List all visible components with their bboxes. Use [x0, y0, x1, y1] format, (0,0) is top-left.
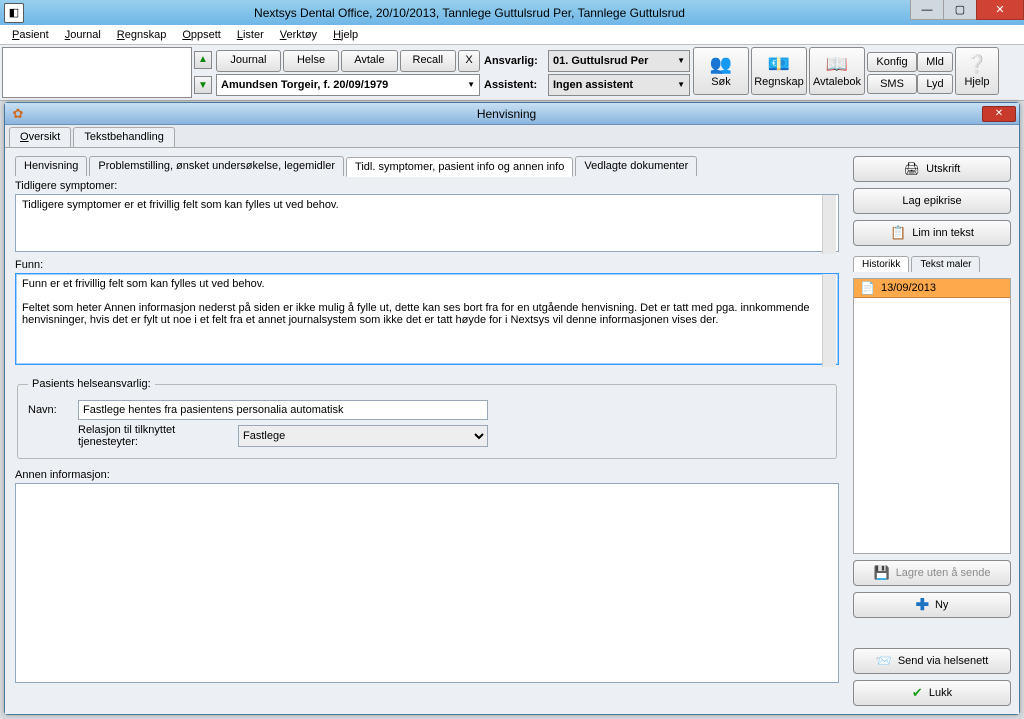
arrow-up-button[interactable]: ▲ — [194, 51, 212, 69]
recall-button[interactable]: Recall — [400, 50, 456, 72]
funn-input[interactable]: Funn er et frivillig felt som kan fylles… — [15, 273, 839, 365]
chevron-down-icon: ▼ — [467, 80, 475, 89]
konfig-button[interactable]: Konfig — [867, 52, 917, 72]
arrow-down-button[interactable]: ▼ — [194, 76, 212, 94]
label-navn: Navn: — [28, 404, 68, 416]
label-relasjon: Relasjon til tilknyttet tjenesteyter: — [28, 424, 228, 448]
menu-bar: Pasient Journal Regnskap Oppsett Lister … — [0, 25, 1024, 45]
label-tidligere-symptomer: Tidligere symptomer: — [15, 180, 839, 192]
lim-inn-tekst-button[interactable]: 📋Lim inn tekst — [853, 220, 1011, 246]
utskrift-button[interactable]: 🖨Utskrift — [853, 156, 1011, 182]
annen-informasjon-input[interactable] — [15, 483, 839, 683]
toolbar-blank-box — [2, 47, 192, 98]
menu-pasient[interactable]: Pasient — [4, 25, 57, 45]
menu-journal[interactable]: Journal — [57, 25, 109, 45]
ansvarlig-label: Ansvarlig: — [484, 55, 544, 67]
assistent-combo[interactable]: Ingen assistent ▼ — [548, 74, 690, 96]
document-icon: 📄 — [860, 281, 875, 295]
inner-window-title: Henvisning — [31, 107, 982, 121]
plus-icon: ✚ — [916, 595, 929, 615]
history-item[interactable]: 📄 13/09/2013 — [854, 279, 1010, 298]
subtab-henvisning[interactable]: Henvisning — [15, 156, 87, 176]
book-icon: 📖 — [826, 54, 848, 75]
henvisning-window: ✿ Henvisning ✕ Oversikt Tekstbehandling … — [4, 102, 1020, 715]
save-icon: 💾 — [874, 565, 890, 581]
history-list[interactable]: 📄 13/09/2013 — [853, 278, 1011, 554]
ny-button[interactable]: ✚Ny — [853, 592, 1011, 618]
lyd-button[interactable]: Lyd — [917, 74, 953, 94]
assistent-value: Ingen assistent — [553, 79, 633, 91]
lag-epikrise-button[interactable]: Lag epikrise — [853, 188, 1011, 214]
history-item-date: 13/09/2013 — [881, 282, 936, 294]
assistent-label: Assistent: — [484, 79, 544, 91]
lukk-button[interactable]: ✔Lukk — [853, 680, 1011, 706]
inner-close-button[interactable]: ✕ — [982, 106, 1016, 122]
subtab-vedlagte[interactable]: Vedlagte dokumenter — [575, 156, 697, 176]
hjelp-button[interactable]: ❔Hjelp — [955, 47, 999, 95]
journal-button[interactable]: Journal — [216, 50, 281, 72]
sok-button[interactable]: 👥Søk — [693, 47, 749, 95]
ansvarlig-combo[interactable]: 01. Guttulsrud Per ▼ — [548, 50, 690, 72]
main-form-panel: Henvisning Problemstilling, ønsket under… — [5, 148, 849, 714]
tab-oversikt[interactable]: Oversikt — [9, 127, 71, 147]
label-funn: Funn: — [15, 259, 839, 271]
tidligere-symptomer-input[interactable]: Tidligere symptomer er et frivillig felt… — [15, 194, 839, 252]
send-helsenett-button[interactable]: 📨Send via helsenett — [853, 648, 1011, 674]
inner-titlebar: ✿ Henvisning ✕ — [5, 103, 1019, 125]
tab-tekstbehandling[interactable]: Tekstbehandling — [73, 127, 175, 147]
app-icon: ◧ — [4, 3, 24, 23]
main-toolbar: ▲ ▼ Journal Helse Avtale Recall X Amunds… — [0, 45, 1024, 101]
helse-button[interactable]: Helse — [283, 50, 339, 72]
tab-tekstmaler[interactable]: Tekst maler — [911, 256, 980, 272]
subtab-problemstilling[interactable]: Problemstilling, ønsket undersøkelse, le… — [89, 156, 344, 176]
menu-verktoy[interactable]: Verktøy — [272, 25, 325, 45]
window-titlebar: ◧ Nextsys Dental Office, 20/10/2013, Tan… — [0, 0, 1024, 25]
subtab-tidl-symptomer[interactable]: Tidl. symptomer, pasient info og annen i… — [346, 157, 573, 177]
regnskap-button[interactable]: 💶Regnskap — [751, 47, 807, 95]
tab-historikk[interactable]: Historikk — [853, 256, 909, 272]
scrollbar[interactable] — [822, 274, 836, 367]
patient-combo[interactable]: Amundsen Torgeir, f. 20/09/1979 ▼ — [216, 74, 480, 96]
check-icon: ✔ — [912, 685, 923, 701]
paste-icon: 📋 — [890, 225, 906, 241]
side-panel: 🖨Utskrift Lag epikrise 📋Lim inn tekst Hi… — [849, 148, 1019, 714]
lagre-button[interactable]: 💾Lagre uten å sende — [853, 560, 1011, 586]
patient-combo-value: Amundsen Torgeir, f. 20/09/1979 — [221, 79, 388, 91]
avtalebok-button[interactable]: 📖Avtalebok — [809, 47, 865, 95]
label-annen-informasjon: Annen informasjon: — [15, 469, 839, 481]
printer-icon: 🖨 — [904, 161, 921, 177]
menu-oppsett[interactable]: Oppsett — [174, 25, 229, 45]
relasjon-select[interactable]: Fastlege — [238, 425, 488, 447]
mail-send-icon: 📨 — [876, 653, 892, 669]
navn-input[interactable] — [78, 400, 488, 420]
close-button[interactable]: ✕ — [976, 0, 1024, 20]
menu-lister[interactable]: Lister — [229, 25, 272, 45]
x-button[interactable]: X — [458, 50, 480, 72]
sms-button[interactable]: SMS — [867, 74, 917, 94]
avtale-button[interactable]: Avtale — [341, 50, 397, 72]
maximize-button[interactable]: ▢ — [943, 0, 977, 20]
mld-button[interactable]: Mld — [917, 52, 953, 72]
helseansvarlig-group: Pasients helseansvarlig: Navn: Relasjon … — [17, 378, 837, 459]
helseansvarlig-legend: Pasients helseansvarlig: — [28, 378, 155, 390]
money-icon: 💶 — [768, 54, 790, 75]
scrollbar[interactable] — [822, 195, 836, 254]
search-icon: 👥 — [710, 54, 732, 75]
help-icon: ❔ — [966, 54, 988, 75]
menu-hjelp[interactable]: Hjelp — [325, 25, 366, 45]
chevron-down-icon: ▼ — [677, 80, 685, 89]
minimize-button[interactable]: — — [910, 0, 944, 20]
window-title: Nextsys Dental Office, 20/10/2013, Tannl… — [28, 6, 911, 20]
gear-icon: ✿ — [9, 105, 27, 123]
chevron-down-icon: ▼ — [677, 56, 685, 65]
menu-regnskap[interactable]: Regnskap — [109, 25, 175, 45]
ansvarlig-value: 01. Guttulsrud Per — [553, 55, 648, 67]
